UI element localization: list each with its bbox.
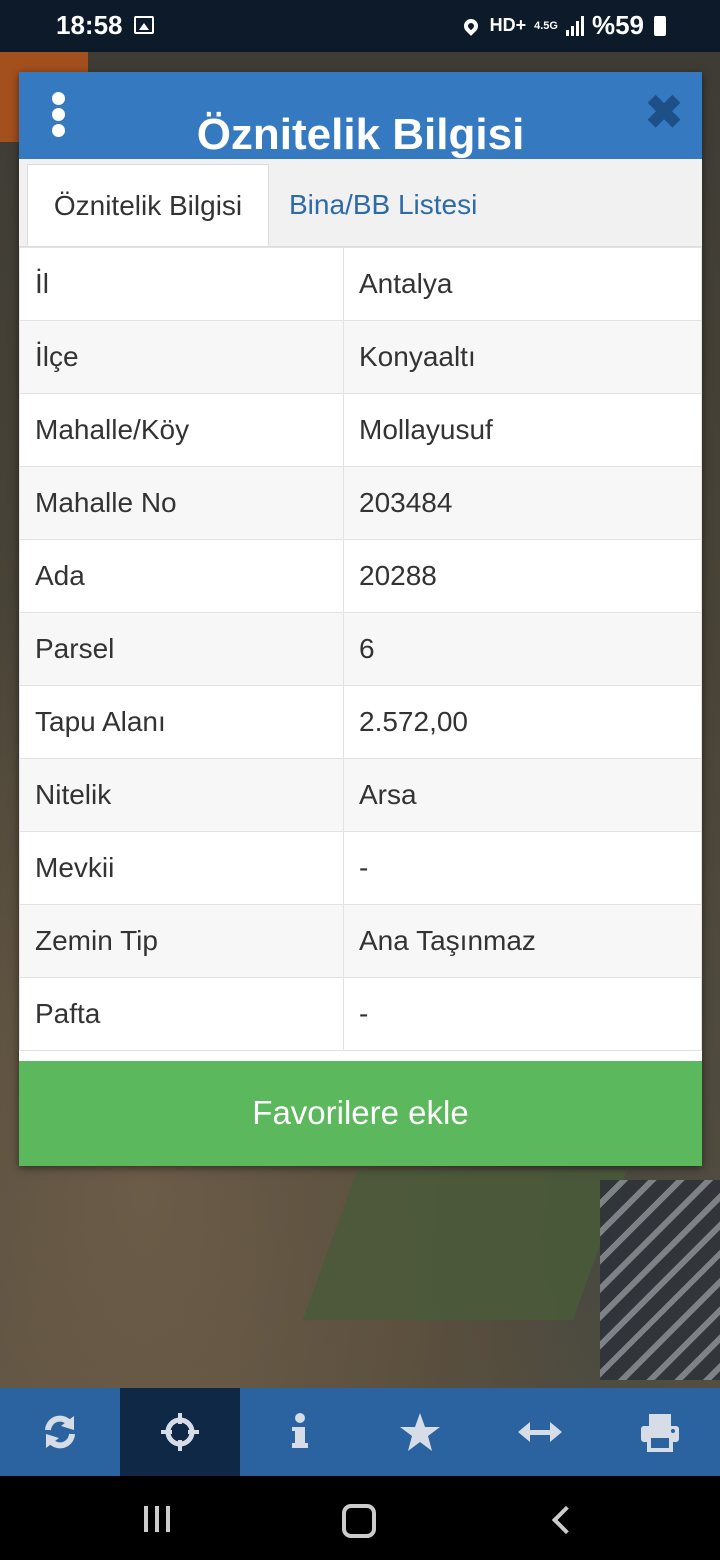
recent-apps-icon[interactable] xyxy=(144,1506,170,1532)
table-row: Ada 20288 xyxy=(19,539,702,613)
table-row: İlçe Konyaaltı xyxy=(19,320,702,394)
table-row: Nitelik Arsa xyxy=(19,758,702,832)
battery-label: %59 xyxy=(591,10,644,40)
tab-attributes[interactable]: Öznitelik Bilgisi xyxy=(27,164,269,246)
row-key: Mevkii xyxy=(19,831,344,905)
locate-button[interactable] xyxy=(120,1388,240,1476)
back-icon[interactable] xyxy=(551,1505,581,1535)
status-time: 18:58 xyxy=(56,10,123,40)
location-icon xyxy=(460,15,481,36)
attribute-dialog: Öznitelik Bilgisi ✖ Öznitelik Bilgisi Bi… xyxy=(19,72,702,1166)
tab-building-list[interactable]: Bina/BB Listesi xyxy=(289,164,477,246)
dialog-title: Öznitelik Bilgisi xyxy=(196,110,525,159)
gallery-icon xyxy=(134,16,154,34)
row-key: Mahalle/Köy xyxy=(19,393,344,467)
row-key: İlçe xyxy=(19,320,344,394)
crosshair-icon xyxy=(161,1413,199,1451)
add-favorite-button[interactable]: Favorilere ekle xyxy=(19,1061,702,1166)
row-value: 20288 xyxy=(343,539,702,613)
row-value: Mollayusuf xyxy=(343,393,702,467)
table-row: Tapu Alanı 2.572,00 xyxy=(19,685,702,759)
row-key: Parsel xyxy=(19,612,344,686)
map-buildings xyxy=(600,1180,720,1380)
system-nav-bar xyxy=(0,1476,720,1560)
row-key: Pafta xyxy=(19,977,344,1051)
status-bar: 18:58 HD+ 4.5G %59 xyxy=(0,0,720,52)
favorites-button[interactable] xyxy=(360,1388,480,1476)
row-value: Arsa xyxy=(343,758,702,832)
bottom-toolbar xyxy=(0,1388,720,1476)
table-row: Mevkii - xyxy=(19,831,702,905)
network-type: 4.5G xyxy=(534,19,558,32)
dialog-header: Öznitelik Bilgisi ✖ xyxy=(19,72,702,159)
info-button[interactable] xyxy=(240,1388,360,1476)
row-key: Ada xyxy=(19,539,344,613)
table-row: Parsel 6 xyxy=(19,612,702,686)
row-value: Antalya xyxy=(343,247,702,321)
table-row: Mahalle No 203484 xyxy=(19,466,702,540)
star-icon xyxy=(400,1413,440,1451)
table-row: Mahalle/Köy Mollayusuf xyxy=(19,393,702,467)
row-value: 2.572,00 xyxy=(343,685,702,759)
row-value: Konyaaltı xyxy=(343,320,702,394)
close-icon[interactable]: ✖ xyxy=(644,89,684,135)
row-value: 203484 xyxy=(343,466,702,540)
home-icon[interactable] xyxy=(342,1504,376,1538)
map-field xyxy=(302,1170,628,1320)
row-key: Mahalle No xyxy=(19,466,344,540)
network-label: HD+ xyxy=(489,15,527,35)
table-row: Pafta - xyxy=(19,977,702,1051)
table-row: Zemin Tip Ana Taşınmaz xyxy=(19,904,702,978)
measure-icon xyxy=(518,1422,562,1442)
battery-icon xyxy=(654,15,666,36)
refresh-button[interactable] xyxy=(0,1388,120,1476)
row-value: Ana Taşınmaz xyxy=(343,904,702,978)
tab-bar: Öznitelik Bilgisi Bina/BB Listesi xyxy=(19,159,702,247)
refresh-icon xyxy=(45,1415,75,1449)
measure-button[interactable] xyxy=(480,1388,600,1476)
row-value: 6 xyxy=(343,612,702,686)
print-button[interactable] xyxy=(600,1388,720,1476)
row-key: Zemin Tip xyxy=(19,904,344,978)
row-key: Nitelik xyxy=(19,758,344,832)
signal-icon xyxy=(565,15,584,36)
attribute-table: İl Antalya İlçe Konyaaltı Mahalle/Köy Molla… xyxy=(19,247,702,1051)
row-value: - xyxy=(343,977,702,1051)
status-indicators: HD+ 4.5G %59 xyxy=(460,10,666,41)
row-key: İl xyxy=(19,247,344,321)
print-icon xyxy=(641,1414,679,1452)
row-value: - xyxy=(343,831,702,905)
table-row: İl Antalya xyxy=(19,247,702,321)
row-key: Tapu Alanı xyxy=(19,685,344,759)
info-icon xyxy=(292,1413,308,1448)
